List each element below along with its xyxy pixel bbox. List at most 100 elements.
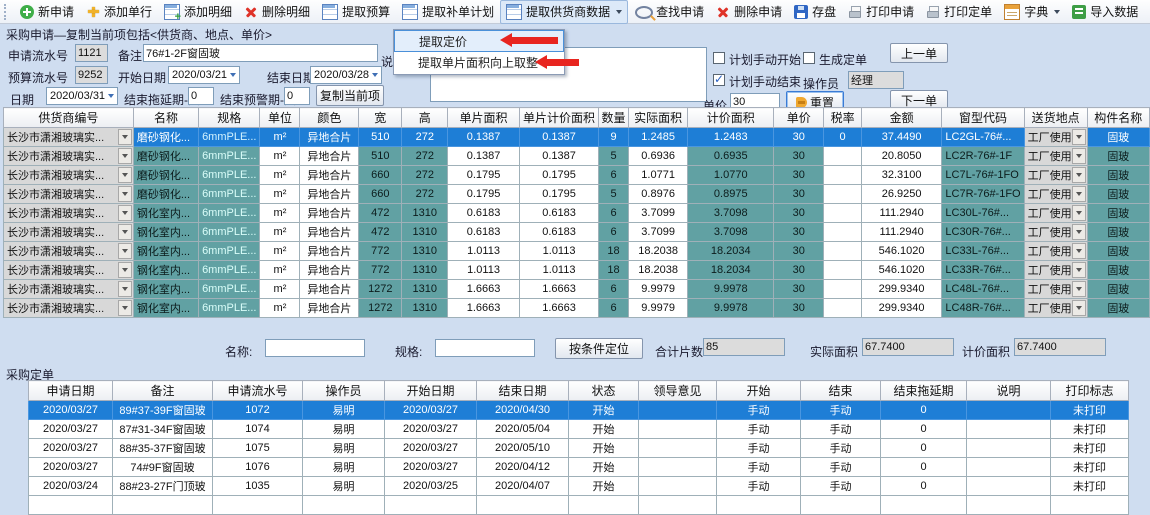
order-cell-end_delay[interactable]: 0 [881, 439, 967, 458]
detail-cell-part[interactable]: 固玻 [1087, 204, 1149, 223]
detail-cell-height[interactable]: 1310 [402, 280, 448, 299]
order-cell-start_date[interactable]: 2020/03/27 [385, 439, 477, 458]
order-cell-print_flag[interactable]: 未打印 [1051, 439, 1129, 458]
detail-cell-piece_price_area[interactable]: 0.1387 [519, 147, 598, 166]
detail-cell-unit[interactable]: m² [260, 280, 300, 299]
order-cell-apply_date[interactable]: 2020/03/27 [29, 439, 113, 458]
detail-row[interactable]: 长沙市潇湘玻璃实...钢化室内...6mmPLE...m²异地合片7721310… [4, 242, 1150, 261]
detail-cell-actual_area[interactable]: 1.2485 [628, 128, 688, 147]
order-cell-status[interactable]: 开始 [569, 458, 639, 477]
detail-cell-part[interactable]: 固玻 [1087, 299, 1149, 318]
detail-cell-amount[interactable]: 299.9340 [861, 280, 942, 299]
order-cell-status[interactable]: 开始 [569, 439, 639, 458]
detail-cell-color[interactable]: 异地合片 [300, 147, 359, 166]
order-cell-note[interactable] [967, 401, 1051, 420]
toolbar-button[interactable]: 提取供货商数据 [500, 0, 628, 24]
order-cell-status[interactable]: 开始 [569, 401, 639, 420]
detail-row[interactable]: 长沙市潇湘玻璃实...钢化室内...6mmPLE...m²异地合片1272131… [4, 280, 1150, 299]
detail-cell-delivery[interactable]: 工厂使用 [1024, 147, 1087, 166]
detail-cell-piece_price_area[interactable]: 1.0113 [519, 261, 598, 280]
detail-cell-delivery[interactable]: 工厂使用 [1024, 166, 1087, 185]
detail-cell-window_code[interactable]: LC33R-76#... [942, 261, 1024, 280]
detail-cell-supplier[interactable]: 长沙市潇湘玻璃实... [4, 204, 134, 223]
detail-cell-name[interactable]: 钢化室内... [133, 242, 198, 261]
order-row[interactable]: 2020/03/2488#23-27F门顶玻1035易明2020/03/2520… [29, 477, 1129, 496]
detail-cell-part[interactable]: 固玻 [1087, 280, 1149, 299]
detail-cell-actual_area[interactable]: 0.8976 [628, 185, 688, 204]
order-cell-operator[interactable]: 易明 [303, 401, 385, 420]
dropdown-arrow-icon[interactable] [118, 186, 132, 202]
detail-cell-spec[interactable]: 6mmPLE... [199, 147, 260, 166]
detail-cell-name[interactable]: 钢化室内... [133, 299, 198, 318]
detail-cell-piece_price_area[interactable]: 1.6663 [519, 299, 598, 318]
order-cell-start[interactable]: 手动 [717, 477, 801, 496]
detail-cell-actual_area[interactable]: 0.6936 [628, 147, 688, 166]
order-row[interactable] [29, 496, 1129, 515]
toolbar-button[interactable]: 删除明细 [238, 0, 316, 24]
detail-cell-amount[interactable]: 37.4490 [861, 128, 942, 147]
detail-cell-amount[interactable]: 32.3100 [861, 166, 942, 185]
detail-cell-unit[interactable]: m² [260, 147, 300, 166]
detail-cell-color[interactable]: 异地合片 [300, 280, 359, 299]
dropdown-arrow-icon[interactable] [118, 262, 132, 278]
detail-cell-spec[interactable]: 6mmPLE... [199, 261, 260, 280]
detail-cell-window_code[interactable]: LC7R-76#-1FO [942, 185, 1024, 204]
plan-manual-end-checkbox[interactable] [713, 74, 725, 86]
date-input[interactable]: 2020/03/31 [46, 87, 118, 105]
toolbar-button[interactable]: 提取补单计划 [396, 0, 500, 24]
detail-cell-height[interactable]: 1310 [402, 223, 448, 242]
detail-cell-height[interactable]: 272 [402, 166, 448, 185]
order-cell-end_date[interactable] [477, 496, 569, 515]
dropdown-arrow-icon[interactable] [1072, 205, 1086, 221]
detail-cell-window_code[interactable]: LC30L-76#... [942, 204, 1024, 223]
detail-cell-amount[interactable]: 20.8050 [861, 147, 942, 166]
order-cell-end[interactable]: 手动 [801, 477, 881, 496]
detail-cell-color[interactable]: 异地合片 [300, 261, 359, 280]
order-cell-status[interactable]: 开始 [569, 420, 639, 439]
detail-cell-width[interactable]: 472 [359, 204, 402, 223]
detail-cell-qty[interactable]: 6 [599, 166, 629, 185]
dropdown-arrow-icon[interactable] [1072, 148, 1086, 164]
detail-cell-height[interactable]: 1310 [402, 299, 448, 318]
detail-cell-part[interactable]: 固玻 [1087, 223, 1149, 242]
detail-cell-actual_area[interactable]: 1.0771 [628, 166, 688, 185]
detail-cell-color[interactable]: 异地合片 [300, 166, 359, 185]
detail-cell-width[interactable]: 510 [359, 147, 402, 166]
detail-cell-delivery[interactable]: 工厂使用 [1024, 261, 1087, 280]
detail-cell-piece_area[interactable]: 0.6183 [448, 223, 520, 242]
detail-row[interactable]: 长沙市潇湘玻璃实...钢化室内...6mmPLE...m²异地合片4721310… [4, 223, 1150, 242]
detail-cell-amount[interactable]: 111.2940 [861, 223, 942, 242]
order-cell-end_date[interactable]: 2020/04/07 [477, 477, 569, 496]
order-cell-status[interactable]: 开始 [569, 477, 639, 496]
detail-cell-supplier[interactable]: 长沙市潇湘玻璃实... [4, 299, 134, 318]
toolbar-button[interactable]: 删除申请 [710, 0, 788, 24]
order-row[interactable]: 2020/03/2787#31-34F窗固玻1074易明2020/03/2720… [29, 420, 1129, 439]
detail-cell-unit_price[interactable]: 30 [774, 128, 824, 147]
detail-cell-price_area[interactable]: 1.0770 [688, 166, 774, 185]
detail-cell-actual_area[interactable]: 3.7099 [628, 223, 688, 242]
order-cell-end[interactable]: 手动 [801, 439, 881, 458]
order-cell-remark[interactable]: 88#23-27F门顶玻 [113, 477, 213, 496]
toolbar-button[interactable]: 添加单行 [80, 0, 158, 24]
detail-cell-qty[interactable]: 18 [599, 261, 629, 280]
detail-cell-width[interactable]: 660 [359, 166, 402, 185]
order-cell-end[interactable]: 手动 [801, 401, 881, 420]
toolbar-button[interactable]: 添加明细 [158, 0, 238, 24]
order-cell-end_date[interactable]: 2020/05/10 [477, 439, 569, 458]
detail-cell-unit[interactable]: m² [260, 242, 300, 261]
detail-cell-window_code[interactable]: LC2GL-76#... [942, 128, 1024, 147]
detail-cell-tax[interactable] [824, 223, 861, 242]
order-cell-leader_opinion[interactable] [639, 477, 717, 496]
detail-cell-spec[interactable]: 6mmPLE... [199, 166, 260, 185]
detail-cell-name[interactable]: 磨砂钢化... [133, 166, 198, 185]
detail-cell-piece_area[interactable]: 1.0113 [448, 261, 520, 280]
detail-cell-qty[interactable]: 5 [599, 185, 629, 204]
order-cell-print_flag[interactable]: 未打印 [1051, 420, 1129, 439]
detail-cell-actual_area[interactable]: 18.2038 [628, 261, 688, 280]
toolbar-button[interactable]: 导入数据 [1066, 0, 1144, 24]
prev-order-button[interactable]: 上一单 [890, 43, 948, 63]
detail-cell-part[interactable]: 固玻 [1087, 147, 1149, 166]
detail-cell-window_code[interactable]: LC48L-76#... [942, 280, 1024, 299]
dropdown-arrow-icon[interactable] [118, 300, 132, 316]
order-cell-leader_opinion[interactable] [639, 420, 717, 439]
